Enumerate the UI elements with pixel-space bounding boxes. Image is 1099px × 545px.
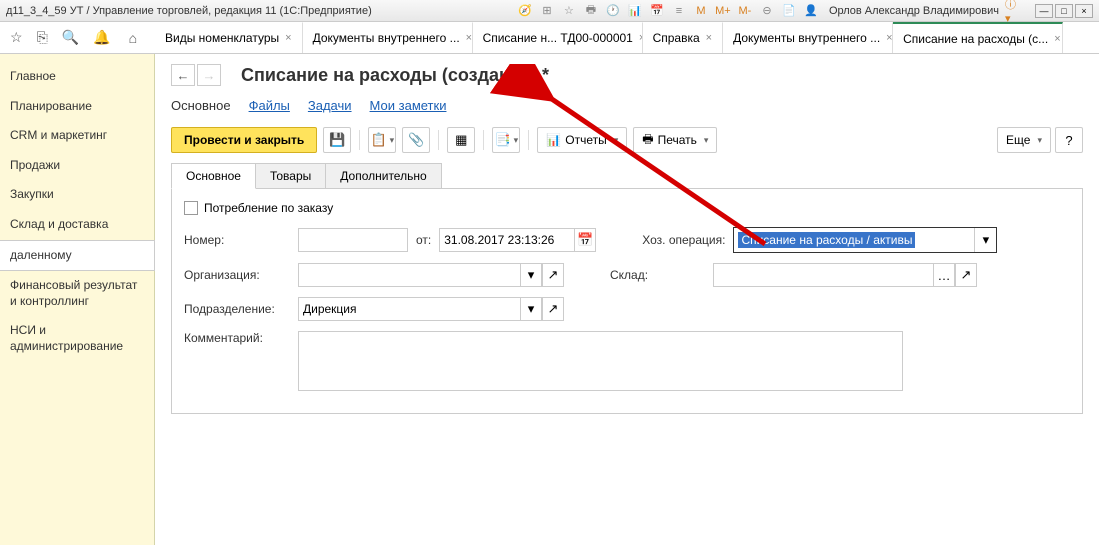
close-icon[interactable]: × (706, 32, 712, 44)
comment-label: Комментарий: (184, 331, 290, 345)
nav-icon[interactable]: 🧭 (517, 3, 533, 19)
link-tasks[interactable]: Задачи (308, 98, 352, 113)
user-name: Орлов Александр Владимирович (829, 5, 999, 17)
post-icon[interactable]: 📋 (368, 127, 396, 153)
close-button[interactable]: × (1075, 4, 1093, 18)
sidebar-item-crm[interactable]: CRM и маркетинг (0, 121, 154, 151)
dept-input[interactable] (298, 297, 520, 321)
subtab-main[interactable]: Основное (171, 163, 256, 189)
from-label: от: (416, 233, 431, 247)
close-icon[interactable]: × (886, 32, 892, 44)
grid-icon[interactable]: ⊞ (539, 3, 555, 19)
home-icon[interactable]: ⌂ (129, 30, 137, 46)
save-icon[interactable]: 💾 (323, 127, 351, 153)
barcode-icon[interactable]: ▦ (447, 127, 475, 153)
page-title: Списание на расходы (создание) * (241, 65, 549, 86)
calc-icon[interactable]: 📊 (627, 3, 643, 19)
maximize-button[interactable]: □ (1055, 4, 1073, 18)
title-bar: д11_3_4_59 УТ / Управление торговлей, ре… (0, 0, 1099, 22)
title-toolbar: 🧭 ⊞ ☆ 🖶 🕐 📊 📅 ≡ M M+ M- ⊖ 📄 👤 Орлов Алек… (517, 3, 1093, 19)
tab-internal-docs-2[interactable]: Документы внутреннего ...× (723, 22, 893, 53)
content-area: ← → Списание на расходы (создание) * Осн… (155, 54, 1099, 545)
chevron-down-icon[interactable]: ▾ (520, 297, 542, 321)
link-files[interactable]: Файлы (249, 98, 290, 113)
number-input[interactable] (298, 228, 408, 252)
forward-button[interactable]: → (197, 64, 221, 86)
tab-bar: ☆ ⎘ 🔍 🔔 ⌂ Виды номенклатуры× Документы в… (0, 22, 1099, 54)
m-icon[interactable]: M (693, 3, 709, 19)
bell-icon[interactable]: 🔔 (93, 29, 110, 46)
warehouse-input[interactable] (713, 263, 933, 287)
date-input[interactable] (439, 228, 574, 252)
operation-select[interactable]: Списание на расходы / активы (734, 228, 974, 252)
help-icon[interactable]: ? (1055, 127, 1083, 153)
calendar-icon[interactable]: 📅 (649, 3, 665, 19)
sidebar-item-sales[interactable]: Продажи (0, 151, 154, 181)
bars-icon[interactable]: ≡ (671, 3, 687, 19)
close-icon[interactable]: × (285, 32, 291, 44)
operation-label: Хоз. операция: (642, 233, 725, 247)
number-label: Номер: (184, 233, 290, 247)
org-label: Организация: (184, 268, 290, 282)
user-icon[interactable]: 👤 (803, 3, 819, 19)
m-plus-icon[interactable]: M+ (715, 3, 731, 19)
consume-by-order-checkbox[interactable] (184, 201, 198, 215)
attach-icon[interactable]: 📎 (402, 127, 430, 153)
template-icon[interactable]: 📑 (492, 127, 520, 153)
clock-icon[interactable]: 🕐 (605, 3, 621, 19)
tab-writeoff-create[interactable]: Списание на расходы (с...× (893, 22, 1063, 53)
app-title: д11_3_4_59 УТ / Управление торговлей, ре… (6, 5, 372, 17)
chevron-down-icon[interactable]: ▾ (520, 263, 542, 287)
subtab-additional[interactable]: Дополнительно (325, 163, 441, 189)
search-icon[interactable]: 🔍 (62, 29, 79, 46)
sidebar-item-purchases[interactable]: Закупки (0, 180, 154, 210)
tab-help[interactable]: Справка× (643, 22, 724, 53)
dept-label: Подразделение: (184, 302, 290, 316)
print-button[interactable]: 🖶Печать (633, 127, 717, 153)
sidebar-item-main[interactable]: Главное (0, 62, 154, 92)
open-icon[interactable]: ↗ (542, 297, 564, 321)
ellipsis-icon[interactable]: … (933, 263, 955, 287)
sidebar-item-planning[interactable]: Планирование (0, 92, 154, 122)
more-button[interactable]: Еще (997, 127, 1051, 153)
tab-internal-docs-1[interactable]: Документы внутреннего ...× (303, 22, 473, 53)
org-input[interactable] (298, 263, 520, 287)
favorite-icon[interactable]: ☆ (10, 29, 23, 46)
close-icon[interactable]: × (466, 32, 472, 44)
m-minus-icon[interactable]: M- (737, 3, 753, 19)
star-icon[interactable]: ☆ (561, 3, 577, 19)
warehouse-label: Склад: (610, 268, 705, 282)
tab-nomenclature[interactable]: Виды номенклатуры× (155, 22, 303, 53)
printer-icon: 🖶 (642, 130, 653, 151)
copy-icon[interactable]: ⎘ (37, 29, 48, 46)
info-icon[interactable]: ⓘ ▾ (1005, 3, 1021, 19)
comment-textarea[interactable] (298, 331, 903, 391)
sidebar: Главное Планирование CRM и маркетинг Про… (0, 54, 155, 545)
reports-button[interactable]: 📊Отчеты (537, 127, 627, 153)
close-icon[interactable]: × (1054, 33, 1060, 45)
sidebar-item-admin[interactable]: НСИ и администрирование (0, 316, 154, 361)
chevron-down-icon[interactable]: ▾ (974, 228, 996, 252)
submit-close-button[interactable]: Провести и закрыть (171, 127, 317, 153)
subtab-goods[interactable]: Товары (255, 163, 326, 189)
report-icon: 📊 (546, 133, 561, 147)
open-icon[interactable]: ↗ (542, 263, 564, 287)
page-icon[interactable]: 📄 (781, 3, 797, 19)
printer-icon[interactable]: 🖶 (583, 3, 599, 19)
tab-writeoff-doc[interactable]: Списание н... ТД00-000001× (473, 22, 643, 53)
consume-by-order-label: Потребление по заказу (204, 201, 333, 215)
back-button[interactable]: ← (171, 64, 195, 86)
link-main[interactable]: Основное (171, 98, 231, 113)
open-icon[interactable]: ↗ (955, 263, 977, 287)
sidebar-item-warehouse[interactable]: Склад и доставка (0, 210, 154, 240)
calendar-icon[interactable]: 📅 (574, 228, 596, 252)
link-notes[interactable]: Мои заметки (370, 98, 447, 113)
sidebar-item-finance[interactable]: Финансовый результат и контроллинг (0, 271, 154, 316)
sidebar-item-remote[interactable]: даленному (0, 240, 155, 272)
zoom-out-icon[interactable]: ⊖ (759, 3, 775, 19)
minimize-button[interactable]: — (1035, 4, 1053, 18)
